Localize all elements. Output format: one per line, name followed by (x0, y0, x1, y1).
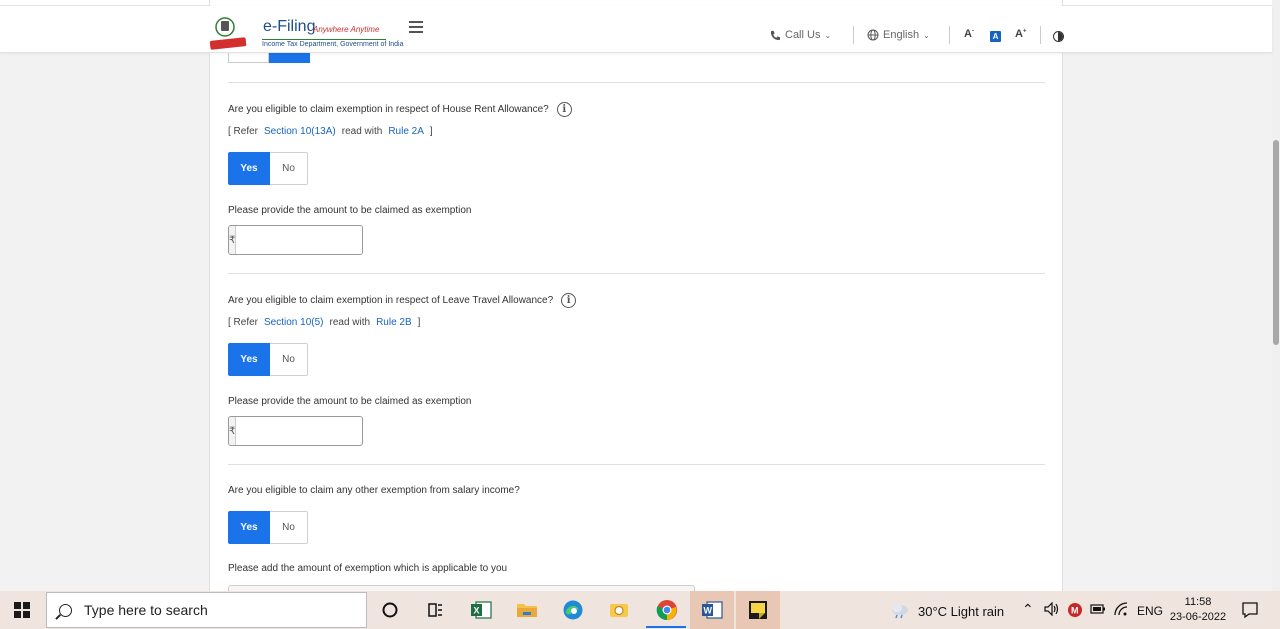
section-10-13a-link[interactable]: Section 10(13A) (264, 126, 336, 137)
windows-start-icon[interactable] (14, 602, 30, 618)
ref-open: [ Refer (228, 126, 259, 137)
weather-text[interactable]: 30°C Light rain (918, 604, 1004, 619)
chevron-down-icon: ⌄ (923, 30, 930, 40)
rule-2a-link[interactable]: Rule 2A (388, 126, 424, 137)
other-amount-label: Please add the amount of exemption which… (228, 563, 508, 574)
font-default-button[interactable]: A (990, 31, 1001, 42)
globe-icon (867, 29, 879, 41)
phone-icon (770, 30, 781, 40)
rupee-icon: ₹ (229, 226, 237, 254)
search-icon (59, 603, 72, 617)
lta-yes-button[interactable]: Yes (228, 343, 270, 376)
hra-amount-input[interactable] (236, 226, 391, 254)
notifications-icon[interactable] (1238, 598, 1262, 622)
logo-title[interactable]: e-Filing (263, 18, 315, 36)
hra-question-text: Are you eligible to claim exemption in r… (228, 104, 549, 115)
hra-amount-label: Please provide the amount to be claimed … (228, 205, 472, 216)
snip-tool-icon[interactable] (607, 598, 631, 622)
chrome-browser-icon[interactable] (655, 598, 679, 622)
language-selector[interactable]: English ⌄ (867, 29, 930, 41)
logo-tagline: Anywhere Anytime (313, 25, 380, 34)
edge-browser-icon[interactable] (561, 598, 585, 622)
lta-amount-field: ₹ (228, 416, 391, 446)
rupee-icon: ₹ (229, 417, 237, 445)
taskbar-clock[interactable]: 11:58 23-06-2022 (1168, 595, 1228, 625)
file-explorer-icon[interactable] (515, 598, 539, 622)
contrast-toggle-icon[interactable] (1053, 31, 1064, 42)
taskbar-search[interactable]: Type here to search (46, 592, 367, 628)
other-exemption-question: Are you eligible to claim any other exem… (228, 485, 520, 496)
logo-department: Income Tax Department, Government of Ind… (262, 41, 404, 48)
info-icon[interactable]: i (556, 102, 572, 117)
lta-no-button[interactable]: No (270, 343, 308, 376)
taskbar-search-placeholder: Type here to search (84, 602, 208, 618)
header-divider (1040, 26, 1041, 44)
header-divider (949, 26, 950, 44)
input-language[interactable]: ENG (1137, 604, 1163, 618)
previous-toggle-partial[interactable] (228, 52, 310, 63)
font-decrease-button[interactable]: A- (964, 28, 974, 40)
excel-icon[interactable]: X (469, 598, 493, 622)
lta-question-text: Are you eligible to claim exemption in r… (228, 295, 554, 306)
other-no-button[interactable]: No (270, 511, 308, 544)
section-10-5-link[interactable]: Section 10(5) (264, 317, 323, 328)
site-header: e-Filing Anywhere Anytime Income Tax Dep… (0, 6, 1272, 53)
other-yes-button[interactable]: Yes (228, 511, 270, 544)
menu-icon[interactable] (409, 21, 423, 33)
info-icon[interactable]: i (561, 293, 577, 308)
svg-text:W: W (704, 606, 713, 616)
chevron-down-icon: ⌄ (824, 30, 832, 40)
svg-text:M: M (1071, 606, 1079, 616)
volume-icon[interactable] (1044, 601, 1060, 619)
call-us-label: Call Us (785, 29, 821, 41)
clock-date: 23-06-2022 (1169, 611, 1227, 623)
weather-icon[interactable] (888, 598, 912, 622)
header-divider (853, 26, 854, 44)
antivirus-icon[interactable]: M (1067, 602, 1083, 621)
section-divider (228, 273, 1045, 274)
lta-yes-no-toggle: Yes No (228, 343, 308, 376)
call-us-menu[interactable]: Call Us ⌄ (770, 29, 831, 41)
hra-reference: [ Refer Section 10(13A) read with Rule 2… (228, 126, 433, 137)
hra-question: Are you eligible to claim exemption in r… (228, 102, 572, 117)
section-divider (228, 464, 1045, 465)
lta-reference: [ Refer Section 10(5) read with Rule 2B … (228, 317, 420, 328)
hra-yes-button[interactable]: Yes (228, 152, 270, 185)
read-with-text: read with (329, 317, 371, 328)
read-with-text: read with (341, 126, 383, 137)
page-scrollbar-thumb[interactable] (1273, 140, 1279, 345)
svg-text:X: X (474, 606, 480, 616)
hra-yes-no-toggle: Yes No (228, 152, 308, 185)
other-exemption-question-text: Are you eligible to claim any other exem… (228, 485, 520, 496)
ref-open: [ Refer (228, 317, 259, 328)
lta-question: Are you eligible to claim exemption in r… (228, 293, 577, 308)
ref-close: ] (429, 126, 433, 137)
font-increase-button[interactable]: A+ (1015, 28, 1026, 40)
logo-underline (262, 39, 386, 40)
lta-amount-label: Please provide the amount to be claimed … (228, 396, 472, 407)
rule-2b-link[interactable]: Rule 2B (376, 317, 412, 328)
other-yes-no-toggle: Yes No (228, 511, 308, 544)
word-icon[interactable]: W (700, 598, 724, 622)
task-view-icon[interactable] (423, 598, 447, 622)
battery-icon[interactable] (1090, 603, 1106, 618)
lta-amount-input[interactable] (236, 417, 391, 445)
hra-amount-field: ₹ (228, 225, 391, 255)
chevron-up-icon[interactable]: ⌃ (1022, 601, 1034, 618)
emblem-logo-icon[interactable] (208, 16, 258, 52)
chrome-active-indicator (646, 626, 686, 628)
section-divider (228, 82, 1045, 83)
language-label: English (883, 29, 920, 41)
ref-close: ] (417, 317, 421, 328)
wifi-icon[interactable] (1114, 602, 1130, 619)
clock-time: 11:58 (1184, 596, 1212, 608)
cortana-icon[interactable] (378, 598, 402, 622)
sticky-notes-icon[interactable] (746, 598, 770, 622)
hra-no-button[interactable]: No (270, 152, 308, 185)
